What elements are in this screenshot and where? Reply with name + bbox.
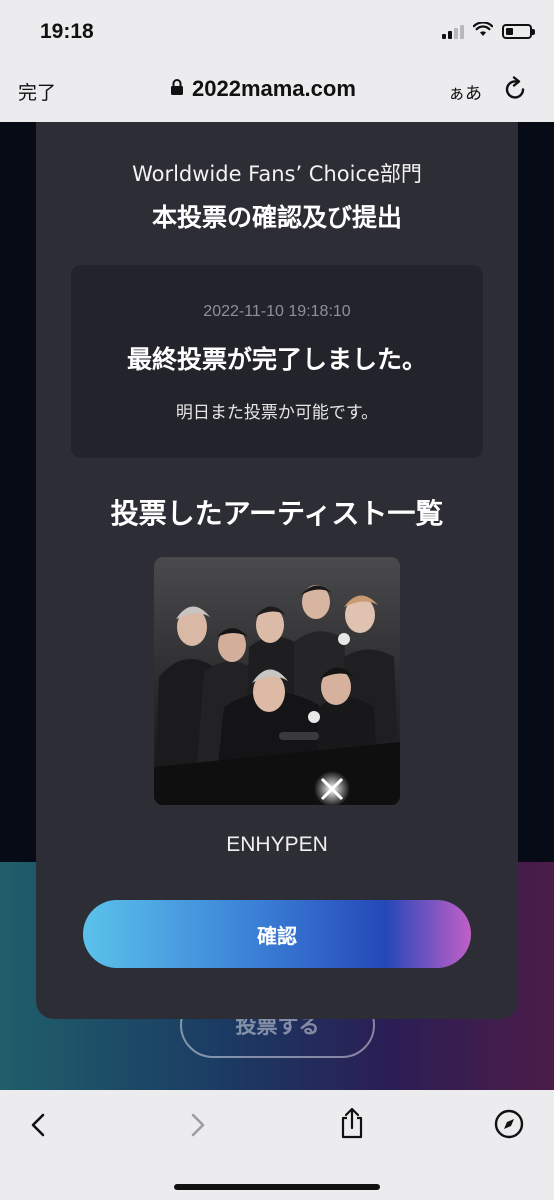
status-bar: 19:18 <box>0 0 554 64</box>
modal-subtitle: Worldwide Fans’ Choice部門 <box>132 162 422 186</box>
cellular-signal-icon <box>442 24 464 39</box>
text-size-button[interactable]: ぁあ <box>448 79 482 104</box>
vote-complete-message: 最終投票が完了しました。 <box>126 345 427 374</box>
back-icon[interactable] <box>28 1110 50 1144</box>
url-field[interactable]: 2022mama.com <box>170 76 356 102</box>
artist-group-photo <box>154 557 400 805</box>
lock-icon <box>170 78 184 100</box>
web-content: 投票する Worldwide Fans’ Choice部門 本投票の確認及び提出… <box>0 122 554 1090</box>
battery-level <box>506 28 513 35</box>
home-indicator <box>174 1184 380 1190</box>
vote-confirmation-modal: Worldwide Fans’ Choice部門 本投票の確認及び提出 2022… <box>36 122 518 1019</box>
vote-result-box: 2022-11-10 19:18:10 最終投票が完了しました。 明日また投票か… <box>71 265 483 458</box>
address-bar: 完了 2022mama.com ぁあ <box>0 64 554 122</box>
voted-artists-heading: 投票したアーティスト一覧 <box>110 497 444 530</box>
done-button[interactable]: 完了 <box>18 78 56 105</box>
battery-icon <box>502 24 535 39</box>
vote-again-note: 明日また投票か可能です。 <box>175 403 379 423</box>
share-icon[interactable] <box>338 1106 366 1144</box>
url-text: 2022mama.com <box>192 76 356 101</box>
confirm-button[interactable]: 確認 <box>83 900 471 968</box>
compass-icon[interactable] <box>493 1108 525 1144</box>
vote-datetime: 2022-11-10 19:18:10 <box>203 303 351 320</box>
artist-name: ENHYPEN <box>226 833 328 856</box>
modal-title: 本投票の確認及び提出 <box>151 203 402 232</box>
wifi-icon <box>472 21 494 41</box>
status-time: 19:18 <box>40 20 94 43</box>
reload-icon[interactable] <box>503 76 529 108</box>
forward-icon[interactable] <box>186 1110 208 1144</box>
status-icons <box>442 21 535 41</box>
